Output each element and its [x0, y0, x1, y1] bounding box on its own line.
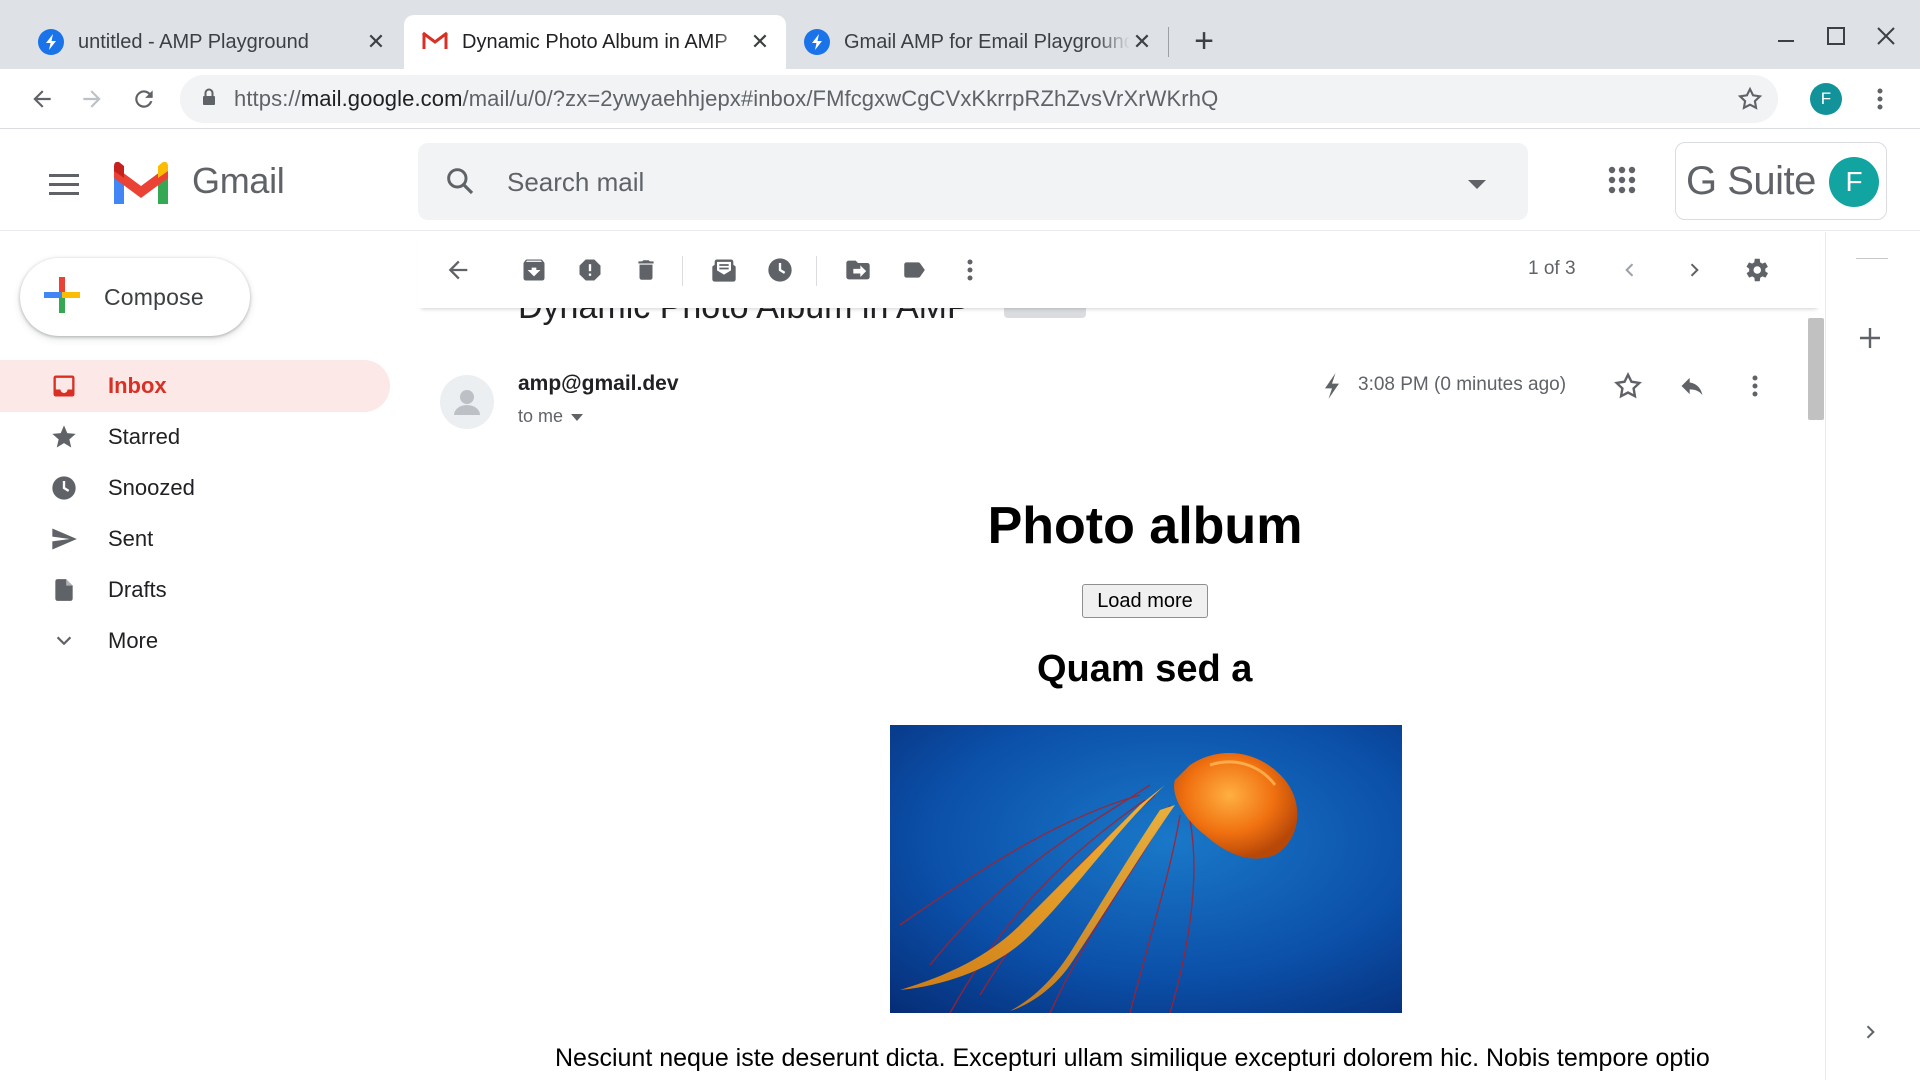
sidebar-item-label: More — [108, 628, 159, 653]
tab-title: Dynamic Photo Album in AMP — [462, 30, 728, 53]
message-timestamp: 3:08 PM (0 minutes ago) — [1358, 374, 1567, 395]
amp-bolt-icon — [1322, 372, 1342, 405]
expand-panel-chevron-icon[interactable] — [1848, 1010, 1892, 1054]
sidebar-item-more[interactable]: More — [0, 615, 390, 667]
label-icon[interactable] — [894, 250, 934, 290]
recipient-details[interactable]: to me — [518, 406, 584, 427]
close-icon[interactable]: ✕ — [1130, 30, 1154, 54]
chevron-down-icon — [48, 625, 80, 657]
compose-button[interactable]: Compose — [20, 258, 250, 336]
report-spam-icon[interactable] — [570, 250, 610, 290]
address-bar[interactable]: https://mail.google.com/mail/u/0/?zx=2yw… — [180, 75, 1778, 123]
close-icon[interactable]: ✕ — [364, 30, 388, 54]
caret-down-icon — [571, 406, 584, 427]
search-options-caret-icon[interactable] — [1468, 177, 1486, 195]
url-path: /mail/u/0/?zx=2ywyaehhjepx#inbox/FMfcgxw… — [462, 86, 1219, 111]
sidebar-item-label: Starred — [108, 424, 181, 449]
message-toolbar: 1 of 3 — [418, 232, 1820, 308]
compose-label: Compose — [104, 283, 204, 310]
new-tab-button[interactable]: + — [1186, 24, 1222, 60]
delete-icon[interactable] — [626, 250, 666, 290]
newer-chevron-icon[interactable] — [1610, 250, 1650, 290]
toolbar-divider — [816, 256, 817, 286]
tab-dynamic-photo-album[interactable]: Dynamic Photo Album in AMP ✕ — [404, 15, 786, 69]
sender-avatar[interactable] — [440, 375, 494, 429]
mark-unread-icon[interactable] — [704, 250, 744, 290]
search-icon[interactable] — [444, 165, 476, 202]
close-icon[interactable]: ✕ — [748, 30, 772, 54]
tab-title: Gmail AMP for Email Playground — [844, 30, 1130, 53]
search-input[interactable]: Search mail — [507, 167, 644, 198]
draft-icon — [48, 574, 80, 606]
url-scheme: https:// — [234, 86, 301, 111]
sidebar-item-label: Inbox — [108, 373, 167, 398]
message-position: 1 of 3 — [1528, 258, 1576, 279]
side-panel — [1825, 232, 1920, 1080]
tab-title: untitled - AMP Playground — [78, 30, 309, 53]
recipient-label: to me — [518, 406, 564, 426]
tab-divider — [1168, 27, 1169, 57]
window-close-icon[interactable] — [1868, 18, 1904, 54]
star-icon — [48, 421, 80, 453]
lock-icon — [202, 88, 216, 111]
apps-grid-icon[interactable] — [1608, 166, 1636, 199]
sender-email[interactable]: amp@gmail.dev — [518, 372, 679, 396]
reload-icon[interactable] — [124, 79, 164, 119]
bookmark-star-icon[interactable] — [1736, 85, 1764, 118]
snooze-icon[interactable] — [760, 250, 800, 290]
amp-icon — [804, 29, 830, 55]
gmail-logo-icon — [110, 160, 172, 211]
album-title-text: Photo album — [987, 497, 1303, 555]
browser-tab-bar: untitled - AMP Playground ✕ Dynamic Phot… — [0, 0, 1920, 69]
archive-icon[interactable] — [514, 250, 554, 290]
main-menu-icon[interactable] — [40, 160, 88, 208]
photo-title: Quam sed a — [1037, 648, 1253, 690]
gmail-icon — [422, 30, 448, 55]
side-panel-divider — [1856, 258, 1888, 259]
minimize-icon[interactable] — [1768, 18, 1804, 54]
sidebar-item-label: Drafts — [108, 577, 167, 602]
gmail-wordmark: Gmail — [192, 160, 285, 201]
browser-profile-avatar[interactable]: F — [1810, 83, 1842, 115]
browser-menu-icon[interactable] — [1860, 79, 1900, 119]
sidebar-item-drafts[interactable]: Drafts — [0, 564, 390, 616]
get-addons-plus-icon[interactable] — [1848, 316, 1892, 360]
forward-icon[interactable] — [72, 79, 112, 119]
gsuite-account-button[interactable]: G Suite F — [1675, 142, 1887, 220]
sidebar-item-starred[interactable]: Starred — [0, 411, 390, 463]
compose-plus-icon — [42, 275, 82, 320]
search-box[interactable]: Search mail — [418, 143, 1528, 220]
star-message-icon[interactable] — [1612, 370, 1644, 407]
gmail-header: Gmail Search mail G Suite F — [0, 130, 1920, 231]
gsuite-logo: G Suite — [1686, 159, 1816, 203]
load-more-button[interactable]: Load more — [1082, 584, 1208, 618]
older-chevron-icon[interactable] — [1674, 250, 1714, 290]
maximize-icon[interactable] — [1818, 18, 1854, 54]
account-avatar[interactable]: F — [1829, 157, 1879, 207]
jellyfish-photo — [890, 725, 1402, 1013]
browser-toolbar: https://mail.google.com/mail/u/0/?zx=2yw… — [0, 69, 1920, 129]
tab-gmail-amp-playground[interactable]: Gmail AMP for Email Playground ✕ — [786, 15, 1168, 69]
album-title: Photo album — [0, 496, 1920, 556]
move-to-icon[interactable] — [838, 250, 878, 290]
amp-icon — [38, 29, 64, 55]
inbox-icon — [48, 370, 80, 402]
photo-caption: Nesciunt neque iste deserunt dicta. Exce… — [555, 1044, 1710, 1072]
message-scrollbar-thumb[interactable] — [1808, 318, 1824, 420]
toolbar-divider — [682, 256, 683, 286]
more-options-icon[interactable] — [950, 250, 990, 290]
back-to-inbox-icon[interactable] — [438, 250, 478, 290]
settings-gear-icon[interactable] — [1736, 250, 1776, 290]
back-icon[interactable] — [22, 79, 62, 119]
url-text: https://mail.google.com/mail/u/0/?zx=2yw… — [234, 86, 1218, 112]
message-more-icon[interactable] — [1752, 374, 1758, 403]
url-host: mail.google.com — [300, 86, 463, 111]
sidebar-item-inbox[interactable]: Inbox — [0, 360, 390, 412]
reply-icon[interactable] — [1676, 372, 1708, 405]
tab-amp-playground[interactable]: untitled - AMP Playground ✕ — [20, 15, 402, 69]
